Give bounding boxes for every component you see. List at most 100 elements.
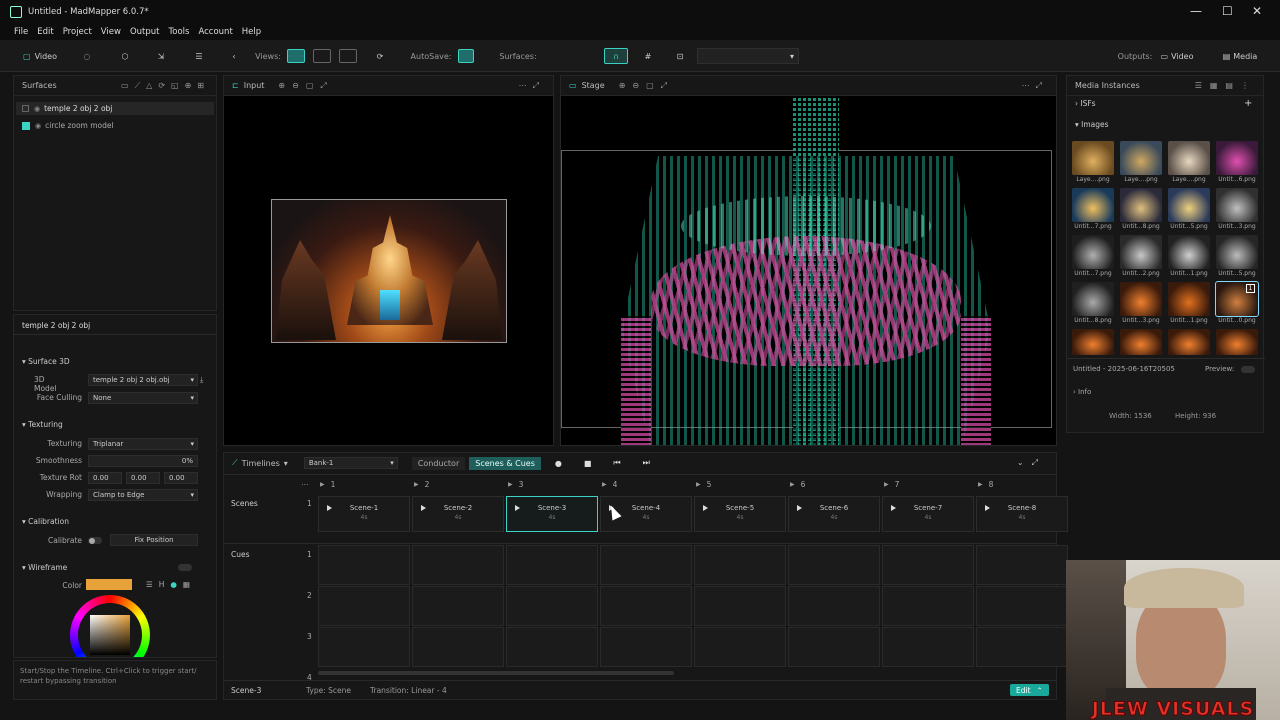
scene-cell[interactable]: Scene-2 4s [412, 496, 504, 532]
media-thumbnail[interactable] [1216, 141, 1258, 175]
media-thumbnail[interactable] [1072, 188, 1114, 222]
scene-cell[interactable]: Scene-3 4s [506, 496, 598, 532]
scene-cell[interactable]: Scene-6 4s [788, 496, 880, 532]
texturing-select[interactable]: Triplanar ▾ [88, 438, 198, 450]
info-section[interactable]: › Info [1073, 388, 1091, 396]
media-thumbnail[interactable] [1120, 235, 1162, 269]
media-thumbnail[interactable] [1072, 329, 1114, 355]
media-thumbnail[interactable] [1072, 141, 1114, 175]
column-header[interactable]: ▶ 8 [978, 480, 993, 489]
media-view-icons[interactable]: ☰▦▤⋮ [1195, 81, 1257, 90]
view-input-button[interactable] [313, 48, 331, 64]
cue-cell[interactable] [788, 627, 880, 667]
autosave-toggle[interactable] [458, 48, 474, 64]
cue-cell[interactable] [318, 545, 410, 585]
menu-output[interactable]: Output [130, 27, 160, 37]
input-texture-image[interactable] [271, 199, 507, 343]
color-swatch[interactable] [86, 579, 132, 590]
add-icon[interactable]: + [1244, 98, 1252, 109]
column-header[interactable]: ▶ 6 [790, 480, 805, 489]
wireframe-toggle[interactable] [178, 564, 192, 571]
record-button[interactable]: ● [555, 459, 562, 468]
refresh-icon[interactable]: ⟳ [372, 48, 388, 64]
wireframe-section[interactable]: ▾ Wireframe [22, 563, 67, 572]
close-button[interactable]: ✕ [1252, 4, 1262, 18]
export-icon[interactable]: ⇲ [152, 48, 170, 64]
surface-dropdown[interactable]: ▾ [697, 48, 799, 64]
texture-rot-z[interactable]: 0.00 [164, 472, 198, 484]
texture-rot-x[interactable]: 0.00 [88, 472, 122, 484]
cue-cell[interactable] [318, 586, 410, 626]
media-button[interactable]: ▤ Media [1218, 48, 1262, 64]
fixture-icon[interactable]: ⬡ [116, 48, 134, 64]
color-wheel[interactable] [70, 595, 150, 657]
fix-position-button[interactable]: Fix Position [110, 534, 198, 546]
previous-button[interactable]: ⏮ [613, 458, 620, 468]
model-select[interactable]: temple 2 obj 2 obj.obj ▾ [88, 374, 198, 386]
cue-cell[interactable] [694, 627, 786, 667]
column-header[interactable]: ▶ 5 [696, 480, 711, 489]
cue-cell[interactable] [882, 627, 974, 667]
media-thumbnail[interactable] [1216, 188, 1258, 222]
cue-cell[interactable] [412, 586, 504, 626]
media-thumbnail[interactable] [1072, 235, 1114, 269]
menu-project[interactable]: Project [63, 27, 92, 37]
more-icon[interactable]: ⋯⤢ [519, 81, 545, 91]
media-thumbnail[interactable] [1168, 282, 1210, 316]
images-section[interactable]: ▾ Images [1075, 120, 1109, 129]
conductor-tab[interactable]: Conductor [411, 456, 466, 470]
outputs-video-button[interactable]: ▭ Video [1156, 48, 1198, 64]
light-icon[interactable]: ◌ [78, 48, 96, 64]
cue-cell[interactable] [976, 586, 1068, 626]
magnet-icon[interactable]: ∩ [604, 48, 628, 64]
scenes-cues-tab[interactable]: Scenes & Cues [469, 456, 541, 470]
media-thumbnail[interactable] [1168, 188, 1210, 222]
cue-cell[interactable] [412, 627, 504, 667]
media-thumbnail[interactable] [1120, 141, 1162, 175]
cue-cell[interactable] [600, 627, 692, 667]
eye-icon[interactable]: ◉ [34, 105, 40, 113]
cue-cell[interactable] [882, 586, 974, 626]
surface-tools-icons[interactable]: ▭⟋△⟳◱⊕⊞ [121, 81, 210, 91]
column-header[interactable]: ▶ 3 [508, 480, 523, 489]
media-thumbnail[interactable] [1216, 329, 1258, 355]
menu-tools[interactable]: Tools [169, 27, 190, 37]
scene-cell[interactable]: Scene-1 4s [318, 496, 410, 532]
color-mode-icons[interactable]: ☰H ● ▦ [146, 580, 196, 589]
stage-projection[interactable] [621, 96, 991, 445]
timeline-title[interactable]: Timelines [242, 459, 280, 468]
media-thumbnail[interactable] [1120, 329, 1162, 355]
cue-cell[interactable] [694, 586, 786, 626]
cue-cell[interactable] [506, 586, 598, 626]
calibrate-toggle[interactable] [88, 537, 102, 544]
texturing-section[interactable]: ▾ Texturing [22, 420, 63, 429]
timeline-scrollbar[interactable] [318, 671, 674, 675]
media-thumbnail[interactable] [1216, 235, 1258, 269]
grid-icon[interactable]: # [640, 48, 656, 64]
surface-item[interactable]: ◉ temple 2 obj 2 obj [16, 102, 214, 115]
calibration-section[interactable]: ▾ Calibration [22, 517, 69, 526]
view-stage-button[interactable] [339, 48, 357, 64]
texture-rot-y[interactable]: 0.00 [126, 472, 160, 484]
eye-icon[interactable]: ◉ [35, 122, 41, 130]
surface3d-section[interactable]: ▾ Surface 3D [22, 357, 70, 366]
scene-cell[interactable]: Scene-7 4s [882, 496, 974, 532]
video-mode-button[interactable]: ▢ Video [18, 48, 62, 64]
media-thumbnail[interactable] [1168, 235, 1210, 269]
cue-cell[interactable] [412, 545, 504, 585]
cue-cell[interactable] [506, 627, 598, 667]
cue-cell[interactable] [976, 545, 1068, 585]
next-button[interactable]: ⏭ [643, 458, 650, 468]
menu-help[interactable]: Help [242, 27, 261, 37]
bank-select[interactable]: Bank-1 ▾ [303, 457, 398, 469]
chevron-left-icon[interactable]: ‹ [228, 48, 240, 64]
media-thumbnail[interactable] [1168, 141, 1210, 175]
menu-view[interactable]: View [101, 27, 121, 37]
column-header[interactable]: ▶ 4 [602, 480, 617, 489]
media-thumbnail[interactable] [1168, 329, 1210, 355]
target-icon[interactable]: ⊡ [672, 48, 688, 64]
smoothness-slider[interactable]: 0% [88, 455, 198, 467]
more-icon[interactable]: ⋯ [301, 480, 309, 489]
cue-cell[interactable] [694, 545, 786, 585]
edit-button[interactable]: Edit ⌃ [1010, 684, 1049, 696]
